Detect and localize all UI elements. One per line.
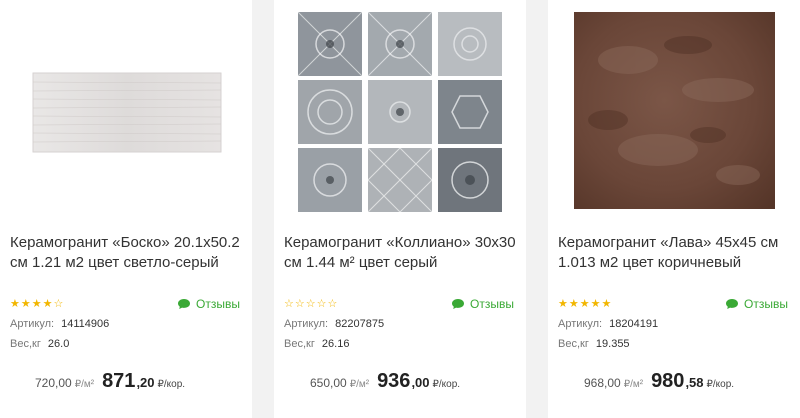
article-label: Артикул: — [558, 318, 603, 330]
comment-icon — [726, 299, 738, 309]
price-per-box-unit: ₽/кор. — [432, 379, 461, 390]
product-title[interactable]: Керамогранит «Боско» 20.1x50.2 см 1.21 м… — [10, 233, 244, 273]
price-per-box-frac: ,00 — [411, 375, 430, 390]
reviews-label: Отзывы — [470, 297, 514, 311]
product-card-bosco[interactable]: Керамогранит «Боско» 20.1x50.2 см 1.21 м… — [0, 0, 252, 418]
price-per-box-int: 980 — [651, 370, 685, 392]
price-per-m2: 720,00 — [35, 376, 72, 390]
price-row: 968,00 ₽/м² 980 ,58 ₽/кор. — [584, 370, 734, 393]
article-label: Артикул: — [10, 318, 55, 330]
reviews-label: Отзывы — [196, 297, 240, 311]
weight-row: Вес,кг 26.0 — [10, 338, 69, 350]
weight-value: 19.355 — [595, 338, 630, 350]
rating-stars: ☆☆☆☆☆ — [284, 298, 339, 310]
weight-label: Вес,кг — [558, 338, 589, 350]
weight-label: Вес,кг — [284, 338, 315, 350]
price-per-box-int: 871 — [102, 370, 136, 392]
price-per-m2: 650,00 — [310, 376, 347, 390]
weight-label: Вес,кг — [10, 338, 41, 350]
article-label: Артикул: — [284, 318, 329, 330]
weight-row: Вес,кг 26.16 — [284, 338, 349, 350]
weight-row: Вес,кг 19.355 — [558, 338, 630, 350]
reviews-link[interactable]: Отзывы — [451, 297, 514, 311]
weight-value: 26.16 — [321, 338, 350, 350]
reviews-label: Отзывы — [744, 297, 788, 311]
rating-stars: ★★★★★ — [558, 298, 613, 310]
price-row: 650,00 ₽/м² 936 ,00 ₽/кор. — [310, 370, 460, 393]
product-grid: Керамогранит «Боско» 20.1x50.2 см 1.21 м… — [0, 0, 800, 418]
tile-colliano-image — [297, 11, 502, 213]
article-value: 82207875 — [335, 318, 385, 330]
price-per-m2-unit: ₽/м² — [349, 379, 370, 390]
article-row: Артикул: 14114906 — [10, 318, 109, 330]
price-row: 720,00 ₽/м² 871 ,20 ₽/кор. — [35, 370, 185, 393]
price-per-box-int: 936 — [377, 370, 411, 392]
article-row: Артикул: 18204191 — [558, 318, 658, 330]
price-per-box-frac: ,58 — [685, 375, 704, 390]
price-per-box-frac: ,20 — [136, 375, 155, 390]
article-row: Артикул: 82207875 — [284, 318, 384, 330]
comment-icon — [452, 299, 464, 309]
article-value: 18204191 — [609, 318, 659, 330]
product-title[interactable]: Керамогранит «Лава» 45x45 см 1.013 м2 цв… — [558, 233, 792, 273]
price-per-m2-unit: ₽/м² — [623, 379, 644, 390]
price-per-box-unit: ₽/кор. — [706, 379, 735, 390]
price-per-m2: 968,00 — [584, 376, 621, 390]
price-per-box-unit: ₽/кор. — [157, 379, 186, 390]
tile-bosco-image — [32, 72, 222, 153]
product-card-lava[interactable]: Керамогранит «Лава» 45x45 см 1.013 м2 цв… — [548, 0, 800, 418]
article-value: 14114906 — [61, 318, 110, 330]
product-title[interactable]: Керамогранит «Коллиано» 30x30 см 1.44 м²… — [284, 233, 518, 273]
product-image[interactable] — [548, 0, 800, 225]
reviews-link[interactable]: Отзывы — [177, 297, 240, 311]
weight-value: 26.0 — [47, 338, 70, 350]
price-per-m2-unit: ₽/м² — [74, 379, 95, 390]
rating-stars: ★★★★☆ — [10, 298, 65, 310]
reviews-link[interactable]: Отзывы — [725, 297, 788, 311]
tile-lava-image — [574, 12, 775, 209]
comment-icon — [178, 299, 190, 309]
product-card-colliano[interactable]: Керамогранит «Коллиано» 30x30 см 1.44 м²… — [274, 0, 526, 418]
product-image[interactable] — [274, 0, 526, 225]
product-image[interactable] — [0, 0, 252, 225]
